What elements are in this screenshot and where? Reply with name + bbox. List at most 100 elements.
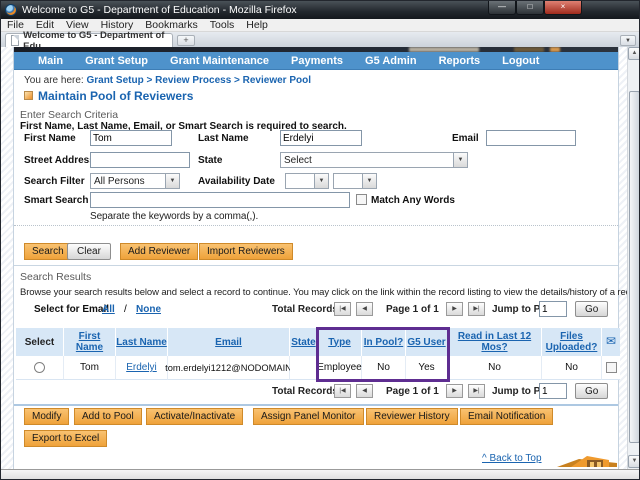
availability-year-select[interactable]: ▼ [333,173,377,189]
export-to-excel-button[interactable]: Export to Excel [24,430,108,447]
col-read-12-sort[interactable]: Read in Last 12 Mos? [448,331,541,353]
divider [14,265,618,266]
reviewer-history-button[interactable]: Reviewer History [366,408,458,425]
divider [14,225,618,226]
clear-button[interactable]: Clear [67,243,111,260]
col-g5-user-sort[interactable]: G5 User [407,337,445,348]
add-to-pool-button[interactable]: Add to Pool [74,408,142,425]
smart-search-field[interactable] [90,192,350,208]
match-any-words-checkbox[interactable] [356,194,367,205]
email-field[interactable] [486,130,576,146]
col-in-pool-sort[interactable]: In Pool? [364,337,403,348]
pager-top: Total Records: 1 |◀ ◀ Page 1 of 1 ▶ ▶| J… [14,301,618,318]
chevron-down-icon: ▼ [165,174,179,188]
street-address-field[interactable] [90,152,190,168]
modify-button[interactable]: Modify [24,408,70,425]
last-name-link[interactable]: Erdelyi [126,362,157,373]
col-first-name-sort[interactable]: First Name [64,331,115,353]
go-button[interactable]: Go [575,301,609,317]
first-page-button[interactable]: |◀ [334,384,351,398]
email-select-checkbox[interactable] [605,362,617,373]
main-nav: Main Grant Setup Grant Maintenance Payme… [14,52,618,70]
nav-item-logout[interactable]: Logout [502,55,539,67]
email-notification-button[interactable]: Email Notification [460,408,554,425]
tab-list-dropdown-icon[interactable]: ▼ [620,35,636,46]
last-page-button[interactable]: ▶| [468,384,485,398]
cell-files: No [542,356,602,380]
add-reviewer-button[interactable]: Add Reviewer [120,243,199,260]
go-button[interactable]: Go [575,383,609,399]
page-indicator: Page 1 of 1 [386,386,439,397]
back-to-top-link[interactable]: ^ Back to Top [482,453,542,464]
menu-item-tools[interactable]: Tools [204,19,241,31]
street-address-label: Street Address [24,155,95,166]
browser-window: Welcome to G5 - Department of Education … [0,0,640,480]
jump-to-page-input[interactable] [539,383,567,399]
breadcrumb-path[interactable]: Grant Setup > Review Process > Reviewer … [86,75,311,86]
prev-page-button[interactable]: ◀ [356,302,373,316]
col-type-sort[interactable]: Type [328,337,351,348]
nav-item-payments[interactable]: Payments [291,55,343,67]
select-record-radio[interactable] [34,362,45,373]
prev-page-button[interactable]: ◀ [356,384,373,398]
cell-type: Employee [317,356,362,380]
divider [14,404,618,406]
close-button[interactable]: × [544,1,582,15]
nav-item-g5-admin[interactable]: G5 Admin [365,55,417,67]
activate-inactivate-button[interactable]: Activate/Inactivate [146,408,244,425]
nav-item-main[interactable]: Main [38,55,63,67]
envelope-icon: ✉ [605,334,617,349]
col-email-sort[interactable]: Email [215,337,242,348]
col-select: Select [24,336,55,348]
menu-item-help[interactable]: Help [240,19,274,31]
scroll-up-icon[interactable]: ▲ [628,47,639,60]
results-instructions: Browse your search results below and sel… [20,287,640,298]
maximize-button[interactable]: □ [516,1,544,15]
new-tab-button[interactable]: + [177,35,195,46]
availability-month-select[interactable]: ▼ [285,173,329,189]
browser-tab[interactable]: Welcome to G5 - Department of Edu... [5,30,173,52]
page-title-bullet-icon [24,91,33,100]
total-records-label: Total Records: [272,304,342,315]
search-criteria-heading: Enter Search Criteria [20,109,119,121]
nav-item-reports[interactable]: Reports [439,55,481,67]
search-filter-label: Search Filter [24,176,85,187]
first-name-field[interactable] [90,130,172,146]
tab-strip: Welcome to G5 - Department of Edu... + ▼ [1,30,639,52]
state-select[interactable]: Select ▼ [280,152,468,168]
table-header-row: Select First Name Last Name Email State … [16,328,620,356]
state-select-value: Select [284,154,312,166]
col-last-name-sort[interactable]: Last Name [116,337,167,348]
search-filter-select[interactable]: All Persons ▼ [90,173,180,189]
vertical-scrollbar[interactable]: ▲ ▼ [627,47,639,469]
scroll-down-icon[interactable]: ▼ [628,455,639,468]
next-page-button[interactable]: ▶ [446,384,463,398]
cell-email: tom.erdelyi1212@NODOMAIN [165,356,292,380]
page-favicon-icon [11,35,20,46]
cell-state [290,356,318,380]
search-button[interactable]: Search [24,243,72,260]
window-title: Welcome to G5 - Department of Education … [22,4,297,16]
smart-search-label: Smart Search [24,195,89,206]
nav-item-grant-maintenance[interactable]: Grant Maintenance [170,55,269,67]
import-reviewers-button[interactable]: Import Reviewers [199,243,293,260]
minimize-button[interactable]: — [488,1,516,15]
col-files-sort[interactable]: Files Uploaded? [542,331,601,353]
assign-panel-monitor-button[interactable]: Assign Panel Monitor [253,408,364,425]
cell-read-12: No [448,356,542,380]
last-name-field[interactable] [280,130,362,146]
smart-search-hint: Separate the keywords by a comma(,). [90,211,259,222]
scrollbar-thumb[interactable] [629,91,639,443]
next-page-button[interactable]: ▶ [446,302,463,316]
breadcrumb-prefix: You are here: [24,75,84,86]
last-page-button[interactable]: ▶| [468,302,485,316]
page-title: Maintain Pool of Reviewers [38,89,194,103]
total-records-label: Total Records: [272,386,342,397]
table-row: Tom Erdelyi tom.erdelyi1212@NODOMAIN Emp… [16,356,620,380]
jump-to-page-input[interactable] [539,301,567,317]
nav-item-grant-setup[interactable]: Grant Setup [85,55,148,67]
results-table: Select First Name Last Name Email State … [16,328,620,380]
col-state-sort[interactable]: State [291,337,315,348]
page-content: Main Grant Setup Grant Maintenance Payme… [13,47,639,469]
first-page-button[interactable]: |◀ [334,302,351,316]
